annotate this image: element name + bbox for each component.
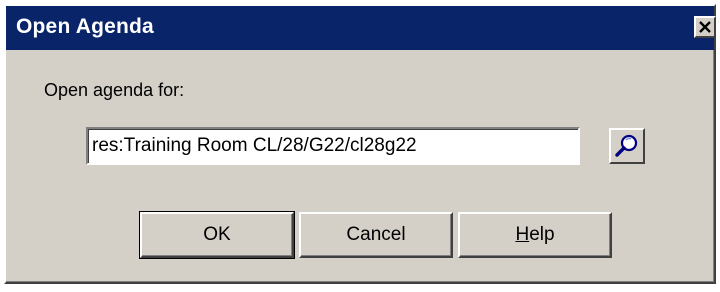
cancel-button[interactable]: Cancel (299, 212, 453, 258)
magnifier-icon (615, 134, 638, 157)
title-bar[interactable]: Open Agenda (6, 6, 716, 50)
help-button-label: elp (529, 224, 555, 245)
ok-button-label: OK (203, 224, 231, 245)
close-button[interactable] (694, 16, 716, 38)
open-agenda-dialog: Open Agenda Open agenda for: OK Cancel H… (4, 4, 716, 284)
help-button[interactable]: Help (458, 212, 612, 258)
cancel-button-label: Cancel (346, 224, 406, 245)
open-agenda-for-label: Open agenda for: (44, 80, 185, 100)
browse-button[interactable] (609, 128, 645, 164)
help-button-mnemonic: H (515, 224, 530, 245)
ok-button[interactable]: OK (139, 211, 295, 259)
close-icon (699, 21, 711, 33)
window-title: Open Agenda (16, 15, 154, 38)
agenda-resource-input[interactable] (86, 127, 580, 165)
